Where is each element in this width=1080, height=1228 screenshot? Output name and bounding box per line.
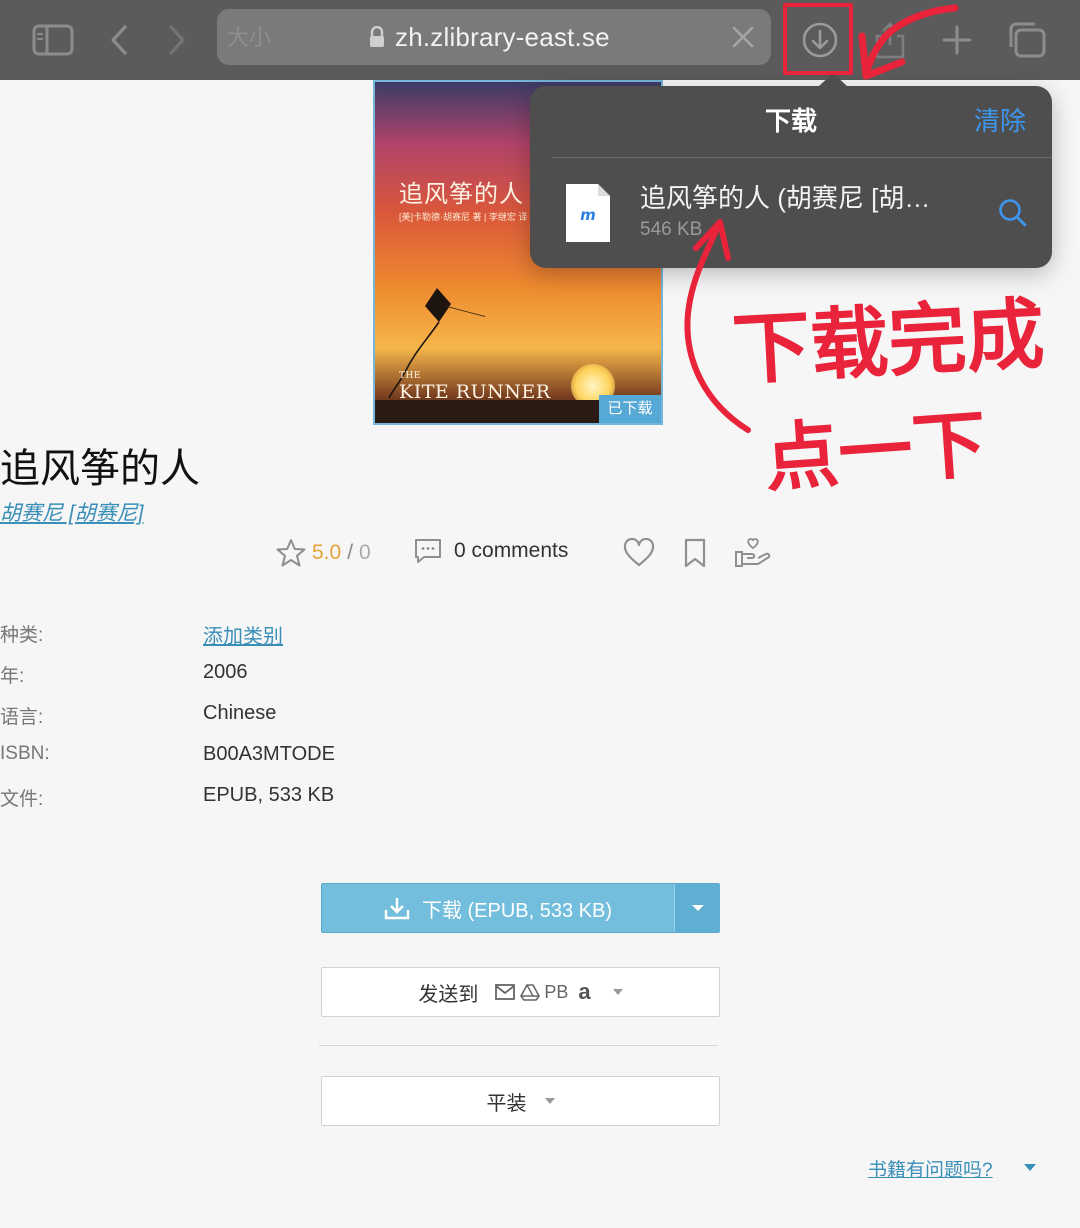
download-file-name[interactable]: 追风筝的人 (胡赛尼 [胡… [640, 178, 930, 215]
cover-english-main: KITE RUNNER [399, 381, 551, 403]
report-problem-link[interactable]: 书籍有问题吗? [868, 1155, 993, 1182]
send-to-button[interactable]: 发送到 PB a [321, 967, 720, 1017]
url-text: zh.zlibrary-east.se [395, 22, 610, 52]
download-options-toggle[interactable] [674, 884, 720, 932]
chevron-down-icon [544, 1098, 555, 1104]
text-size-button[interactable]: 大小 [227, 9, 271, 65]
magnifier-icon[interactable] [998, 198, 1028, 228]
heart-icon[interactable] [623, 537, 655, 573]
chevron-down-icon [691, 905, 704, 911]
lock-icon [369, 25, 385, 53]
cover-english-prefix: THE [399, 371, 421, 381]
back-icon[interactable] [104, 0, 134, 80]
download-label: 下载 (EPUB, 533 KB) [421, 899, 613, 922]
popover-pointer [818, 73, 848, 87]
tabs-overview-icon[interactable] [1006, 0, 1048, 80]
meta-value: B00A3MTODE [203, 743, 335, 765]
downloaded-badge: 已下载 [599, 395, 661, 423]
meta-row-year: 年: 2006 [0, 661, 600, 691]
star-icon[interactable] [276, 538, 306, 568]
meta-value: EPUB, 533 KB [203, 784, 335, 806]
author-link[interactable]: 胡赛尼 [胡赛尼] [0, 497, 144, 527]
meta-row-category: 种类: 添加类别 [0, 620, 600, 650]
rating-separator: / [347, 541, 354, 564]
meta-key: 文件: [0, 789, 44, 810]
downloads-popover: 下载 清除 m 追风筝的人 (胡赛尼 [胡… 546 KB [530, 86, 1052, 268]
meta-key: 年: [0, 666, 25, 687]
send-targets: PB a [494, 979, 594, 1005]
download-button[interactable]: 下载 (EPUB, 533 KB) [322, 884, 674, 932]
chevron-down-icon [612, 989, 623, 995]
meta-value: 2006 [203, 661, 248, 683]
download-icon [384, 898, 410, 920]
meta-key: ISBN: [0, 743, 50, 764]
email-icon [495, 984, 516, 1000]
bookmark-icon[interactable] [683, 538, 707, 573]
address-bar[interactable]: 大小 zh.zlibrary-east.se [217, 9, 771, 65]
popover-divider [552, 157, 1052, 158]
download-file-size: 546 KB [640, 219, 703, 240]
annotation-download-complete: 下载完成 [730, 289, 1047, 397]
svg-text:m: m [580, 206, 596, 224]
meta-key: 种类: [0, 625, 44, 646]
binding-select[interactable]: 平装 [321, 1076, 720, 1126]
cover-subtitle: [美]卡勒德·胡赛尼 著 | 李继宏 译 [399, 212, 528, 222]
annotation-tap-once: 点一下 [761, 401, 990, 503]
download-button-group: 下载 (EPUB, 533 KB) [321, 883, 720, 933]
book-title: 追风筝的人 [0, 447, 200, 491]
rating[interactable]: 5.0 / 0 [276, 538, 371, 568]
divider [319, 1045, 718, 1046]
meta-key: 语言: [0, 707, 44, 728]
meta-value: Chinese [203, 702, 277, 724]
send-to-label: 发送到 [418, 983, 479, 1006]
clear-url-icon[interactable] [732, 26, 754, 53]
meta-row-language: 语言: Chinese [0, 702, 600, 732]
sidebar-icon[interactable] [30, 0, 76, 80]
pocketbook-label: PB [544, 981, 569, 1002]
cover-english-title: THE KITE RUNNER [399, 371, 551, 404]
browser-toolbar: 大小 zh.zlibrary-east.se [0, 0, 1080, 80]
binding-label: 平装 [486, 1092, 527, 1115]
cover-title: 追风筝的人 [399, 180, 524, 208]
comment-icon [415, 539, 441, 563]
drive-icon [520, 984, 541, 1001]
meta-row-file: 文件: EPUB, 533 KB [0, 784, 600, 814]
chevron-down-icon[interactable] [1024, 1164, 1036, 1171]
new-tab-icon[interactable] [940, 0, 974, 80]
share-icon[interactable] [872, 0, 908, 80]
donate-hand-icon[interactable] [734, 538, 772, 573]
comments-count: 0 comments [454, 539, 569, 562]
forward-icon[interactable] [162, 0, 192, 80]
add-category-link[interactable]: 添加类别 [203, 620, 283, 649]
amazon-kindle-label: a [578, 979, 591, 1004]
comments-link[interactable]: 0 comments [414, 538, 568, 564]
clear-downloads-button[interactable]: 清除 [974, 86, 1026, 156]
meta-row-isbn: ISBN: B00A3MTODE [0, 743, 600, 773]
file-icon[interactable]: m [564, 182, 612, 244]
highlight-box [783, 3, 853, 75]
rating-count: 0 [359, 541, 371, 564]
rating-score: 5.0 [312, 541, 342, 564]
